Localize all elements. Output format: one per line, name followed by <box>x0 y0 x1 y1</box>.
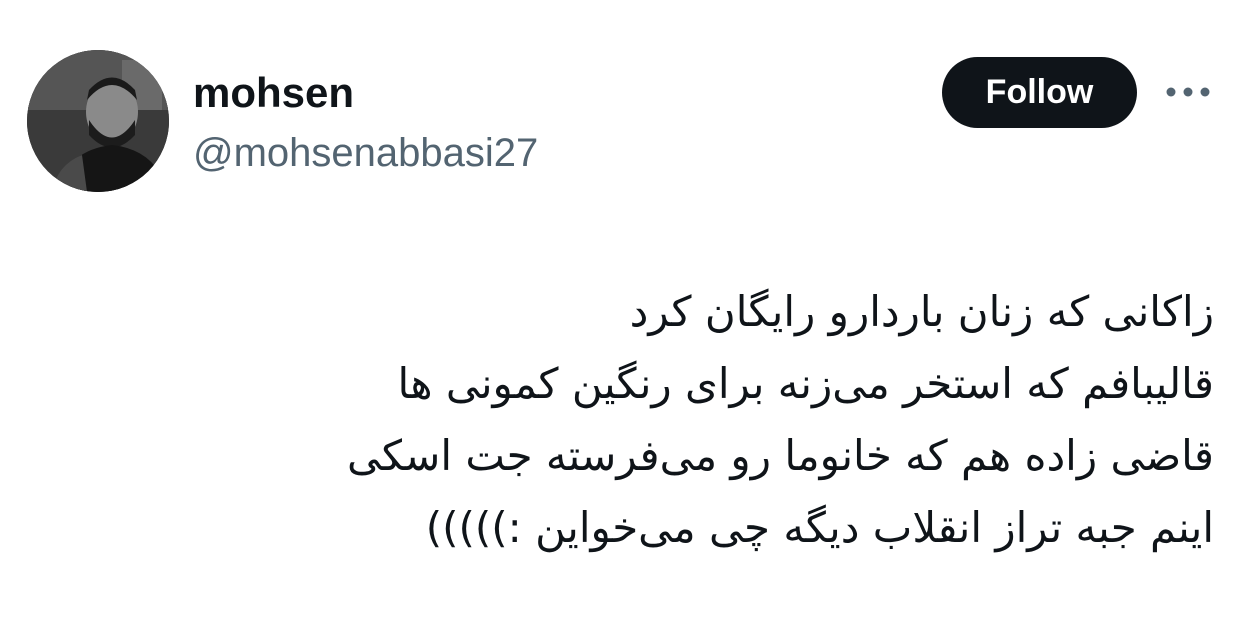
tweet-line: قالیبافم که استخر می‌زنه برای رنگین کمون… <box>397 359 1214 408</box>
follow-button[interactable]: Follow <box>942 57 1137 128</box>
tweet-line: اینم جبه تراز انقلاب دیگه چی می‌خواین :)… <box>425 503 1214 552</box>
tweet-line: قاضی زاده هم که خانوما رو می‌فرسته جت اس… <box>346 431 1214 480</box>
user-handle[interactable]: @mohsenabbasi27 <box>193 128 538 178</box>
tweet-card: mohsen @mohsenabbasi27 Follow زاکانی که … <box>0 0 1242 620</box>
display-name[interactable]: mohsen <box>193 68 354 118</box>
more-options-button[interactable] <box>1162 74 1214 110</box>
tweet-line: زاکانی که زنان باردارو رایگان کرد <box>629 287 1214 336</box>
avatar-photo <box>27 50 169 192</box>
more-horizontal-icon <box>1166 87 1210 97</box>
avatar[interactable] <box>27 50 169 192</box>
tweet-text: زاکانی که زنان باردارو رایگان کرد قالیبا… <box>204 276 1214 564</box>
